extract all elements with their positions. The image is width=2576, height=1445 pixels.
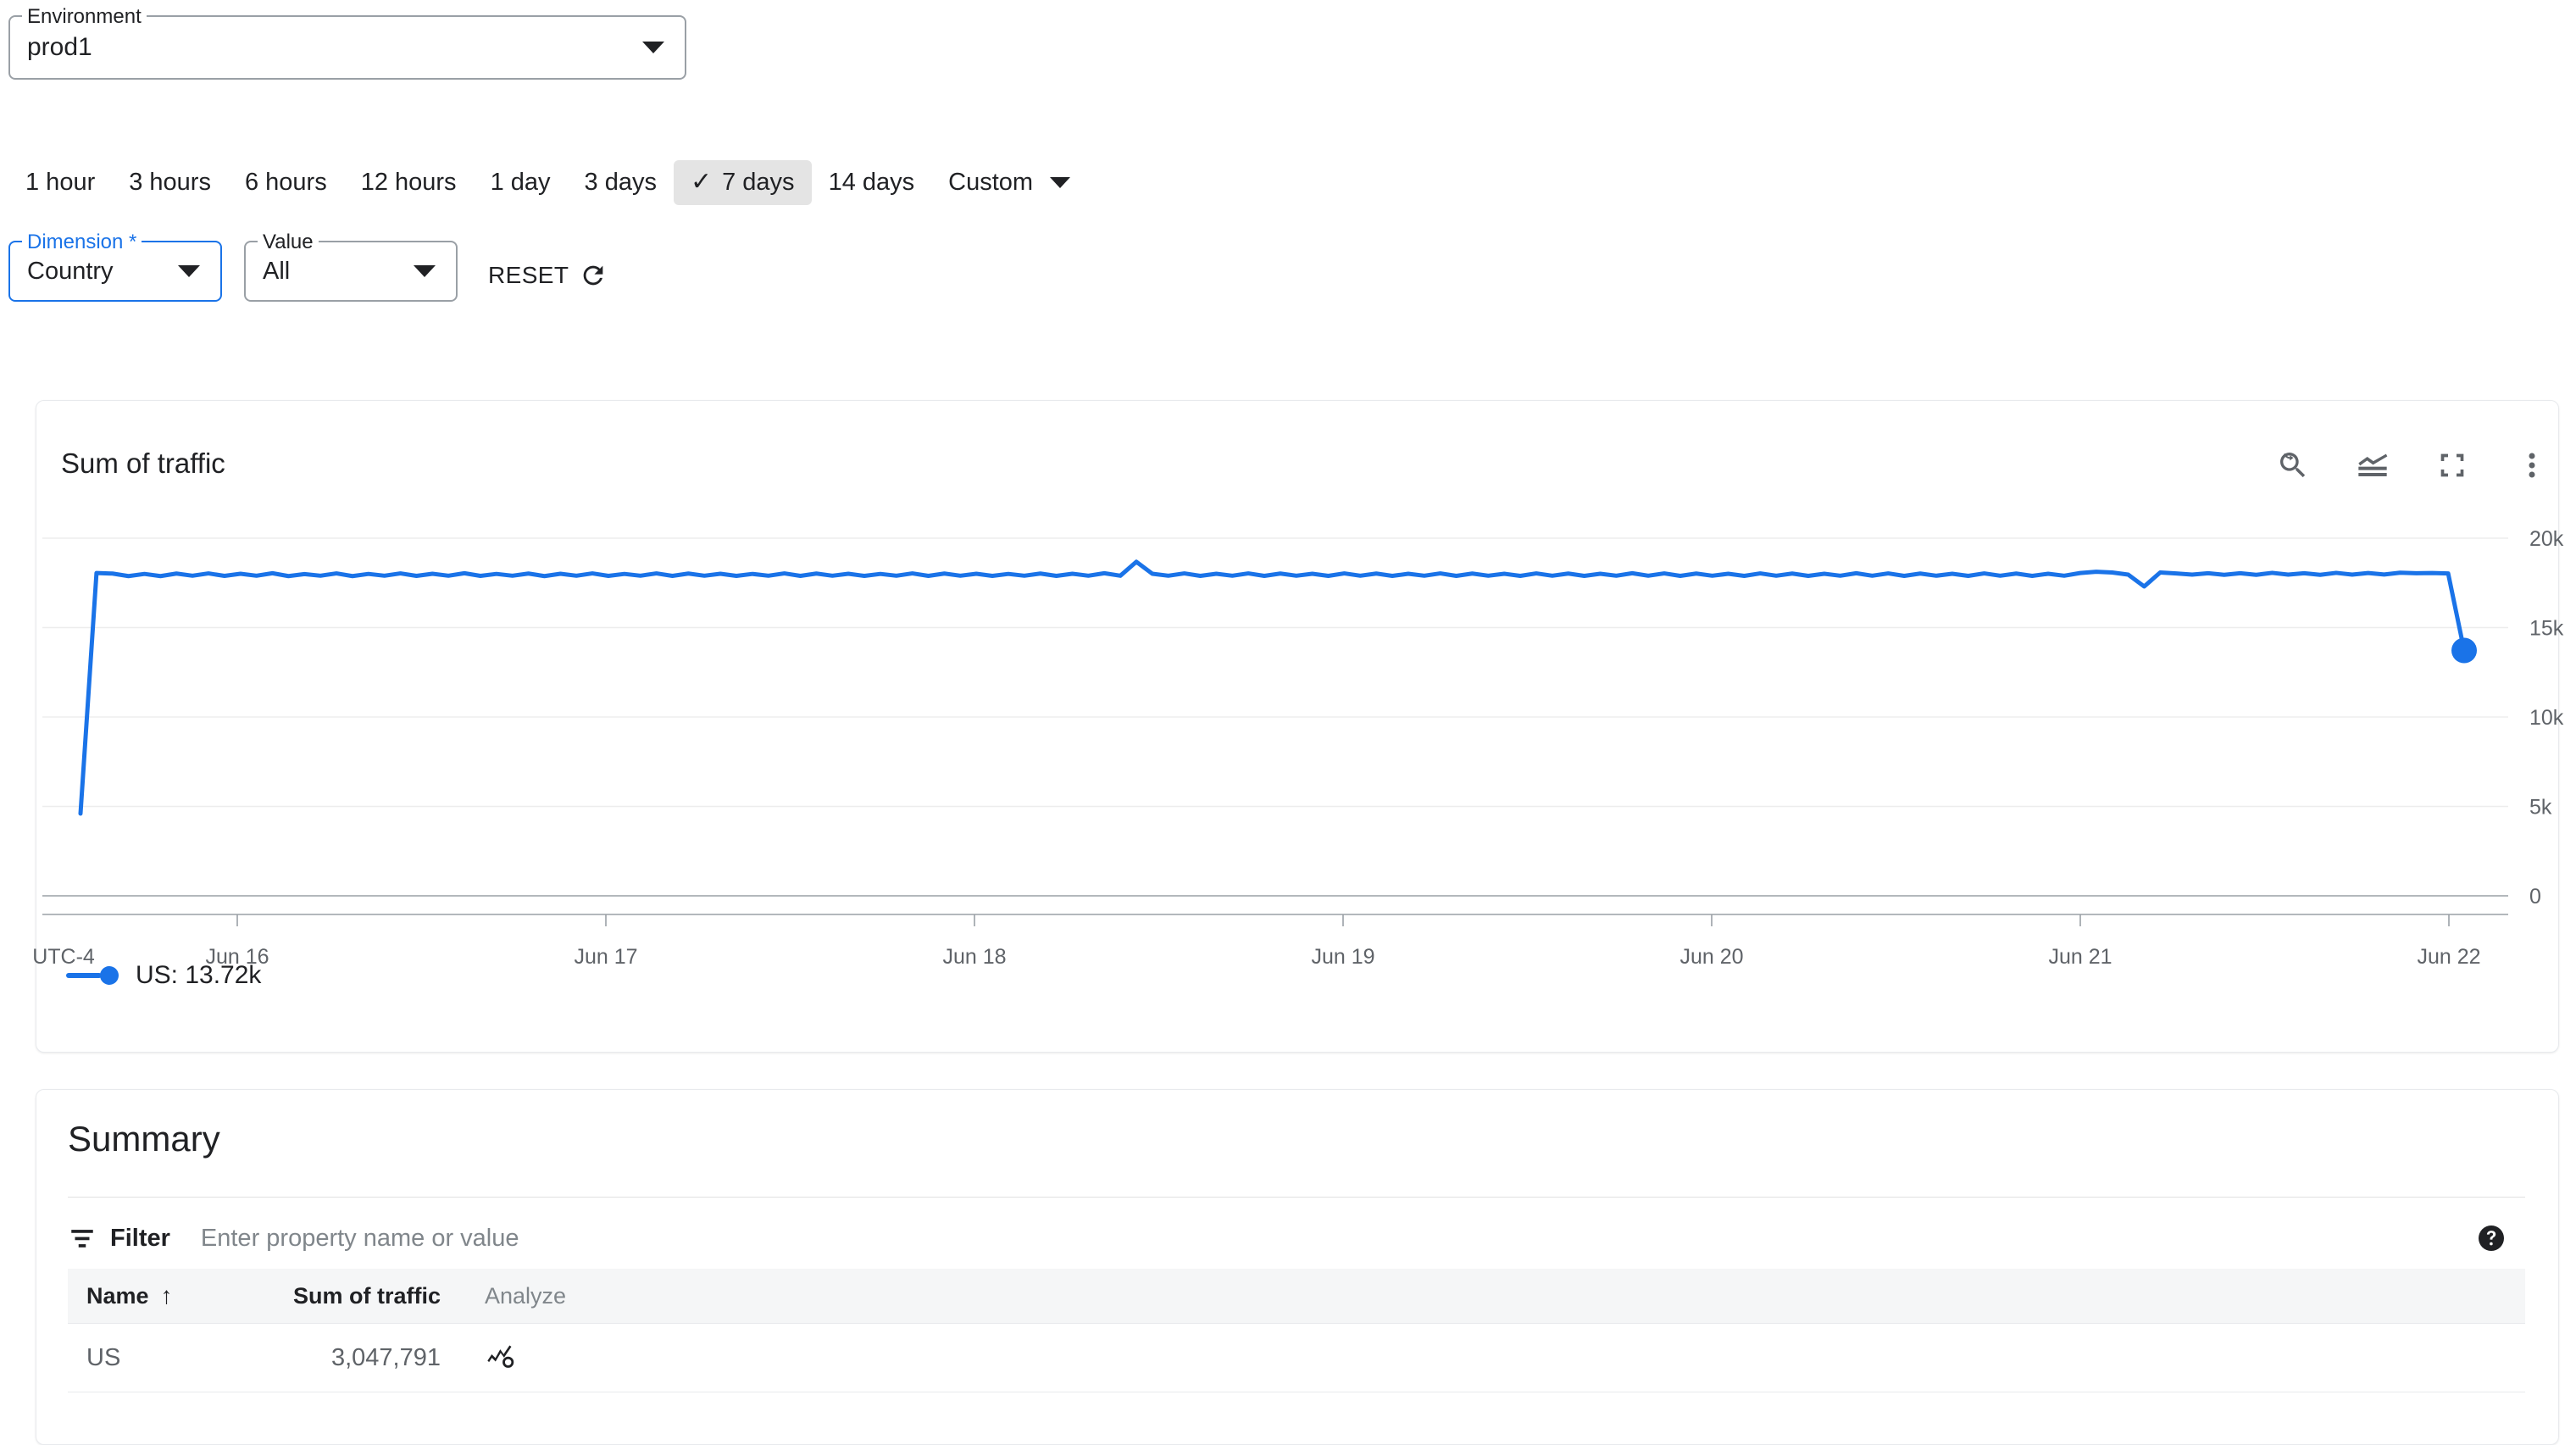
column-header-name[interactable]: Name ↑ [68, 1282, 220, 1309]
reset-label: RESET [488, 262, 569, 289]
analyze-chart-icon[interactable] [485, 1350, 519, 1377]
table-row[interactable]: US 3,047,791 [68, 1323, 2525, 1392]
table-header-row: Name ↑ Sum of traffic Analyze [68, 1269, 2525, 1323]
fullscreen-icon[interactable] [2434, 447, 2471, 484]
dimension-select-box[interactable]: Dimension * Country [8, 241, 222, 302]
time-range-label: 7 days [722, 169, 794, 197]
time-range-option-7-days[interactable]: ✓ 7 days [674, 160, 812, 205]
chart-title: Sum of traffic [61, 447, 225, 480]
time-range-label: 3 hours [129, 169, 211, 197]
sort-ascending-icon: ↑ [161, 1282, 173, 1309]
chart-toolbar[interactable] [2274, 447, 2551, 484]
summary-divider [68, 1197, 2525, 1198]
value-select-box[interactable]: Value All [244, 241, 458, 302]
dimension-label: Dimension * [22, 231, 142, 253]
chevron-down-icon [178, 265, 200, 277]
time-range-option-3-hours[interactable]: 3 hours [112, 160, 228, 205]
summary-title: Summary [68, 1119, 220, 1159]
time-range-label: 3 days [585, 169, 657, 197]
summary-table: Name ↑ Sum of traffic Analyze US 3,047,7… [68, 1269, 2525, 1392]
time-range-option-1-day[interactable]: 1 day [474, 160, 568, 205]
chevron-down-icon [1050, 177, 1070, 188]
environment-label: Environment [22, 6, 147, 28]
time-range-label: 1 hour [25, 169, 95, 197]
reset-button[interactable]: RESET [480, 254, 616, 297]
summary-filter-row[interactable]: Filter [68, 1208, 2525, 1269]
cell-sum: 3,047,791 [220, 1344, 441, 1372]
time-range-label: 1 day [491, 169, 551, 197]
time-range-label: 14 days [829, 169, 915, 197]
time-range-option-3-days[interactable]: 3 days [568, 160, 674, 205]
chart-legend[interactable]: US: 13.72k [66, 961, 261, 990]
chart-card [36, 400, 2559, 1053]
dimension-select[interactable]: Dimension * Country [8, 241, 222, 302]
time-range-option-1-hour[interactable]: 1 hour [8, 160, 112, 205]
check-icon: ✓ [691, 170, 712, 195]
filter-label: Filter [110, 1225, 170, 1253]
time-range-option-12-hours[interactable]: 12 hours [344, 160, 474, 205]
environment-select-box[interactable]: Environment prod1 [8, 15, 686, 80]
time-range-label: 12 hours [361, 169, 457, 197]
value-label: Value [258, 231, 319, 253]
cell-analyze[interactable] [441, 1337, 610, 1378]
cell-name: US [68, 1344, 220, 1372]
chart-type-icon[interactable] [2354, 447, 2391, 484]
time-range-option-14-days[interactable]: 14 days [812, 160, 932, 205]
time-range-option-custom[interactable]: Custom [931, 160, 1087, 205]
column-header-analyze: Analyze [441, 1283, 610, 1309]
help-icon[interactable] [2476, 1223, 2507, 1253]
chevron-down-icon [414, 265, 436, 277]
legend-label-us: US: 13.72k [136, 961, 261, 990]
time-range-option-6-hours[interactable]: 6 hours [228, 160, 344, 205]
zoom-reset-icon[interactable] [2274, 447, 2312, 484]
environment-select[interactable]: Environment prod1 [8, 15, 686, 80]
column-label-name: Name [86, 1283, 149, 1309]
column-label-analyze: Analyze [485, 1283, 566, 1309]
refresh-icon [579, 261, 608, 290]
filter-icon [68, 1224, 97, 1253]
filter-input[interactable] [199, 1224, 1385, 1253]
more-options-icon[interactable] [2513, 447, 2551, 484]
environment-value: prod1 [10, 33, 642, 62]
column-header-sum[interactable]: Sum of traffic [220, 1283, 441, 1309]
time-range-label: 6 hours [245, 169, 327, 197]
value-select[interactable]: Value All [244, 241, 458, 302]
custom-label: Custom [948, 169, 1033, 197]
dimension-value: Country [10, 258, 178, 286]
value-value: All [246, 258, 414, 286]
legend-swatch-us [66, 966, 119, 985]
column-label-sum: Sum of traffic [293, 1283, 441, 1309]
time-range-selector[interactable]: 1 hour 3 hours 6 hours 12 hours 1 day 3 … [0, 156, 1087, 208]
chevron-down-icon [642, 42, 664, 53]
